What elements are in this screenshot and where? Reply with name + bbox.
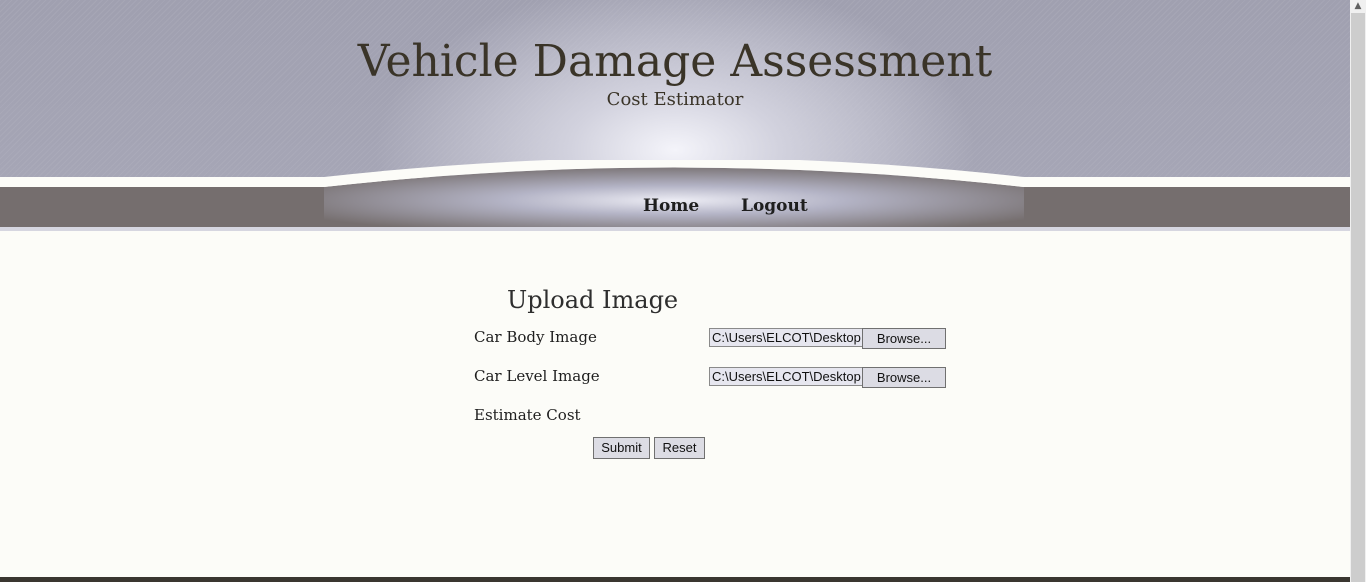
reset-button[interactable]: Reset: [654, 437, 705, 459]
car-level-browse-button[interactable]: Browse...: [862, 367, 946, 388]
car-body-browse-button[interactable]: Browse...: [862, 328, 946, 349]
nav-underline: [0, 227, 1350, 231]
nav-logout-link[interactable]: Logout: [741, 196, 808, 216]
site-subtitle: Cost Estimator: [606, 89, 744, 110]
page: Vehicle Damage Assessment Cost Estimator…: [0, 0, 1350, 582]
nav-home-link[interactable]: Home: [643, 196, 699, 216]
car-level-label: Car Level Image: [474, 367, 600, 385]
chevron-up-icon[interactable]: ▲: [1350, 0, 1366, 12]
vertical-scrollbar[interactable]: ▲: [1350, 0, 1366, 582]
car-body-file-input[interactable]: C:\Users\ELCOT\Desktop: [709, 328, 864, 347]
upload-title: Upload Image: [507, 286, 679, 314]
car-level-file-input[interactable]: C:\Users\ELCOT\Desktop: [709, 367, 864, 386]
scrollbar-thumb[interactable]: [1351, 13, 1365, 582]
footer-bar: [0, 577, 1350, 582]
nav-highlight-curve: [324, 160, 1024, 227]
estimate-cost-label: Estimate Cost: [474, 406, 581, 424]
site-title: Vehicle Damage Assessment: [357, 36, 993, 87]
car-body-label: Car Body Image: [474, 328, 597, 346]
submit-button[interactable]: Submit: [593, 437, 650, 459]
